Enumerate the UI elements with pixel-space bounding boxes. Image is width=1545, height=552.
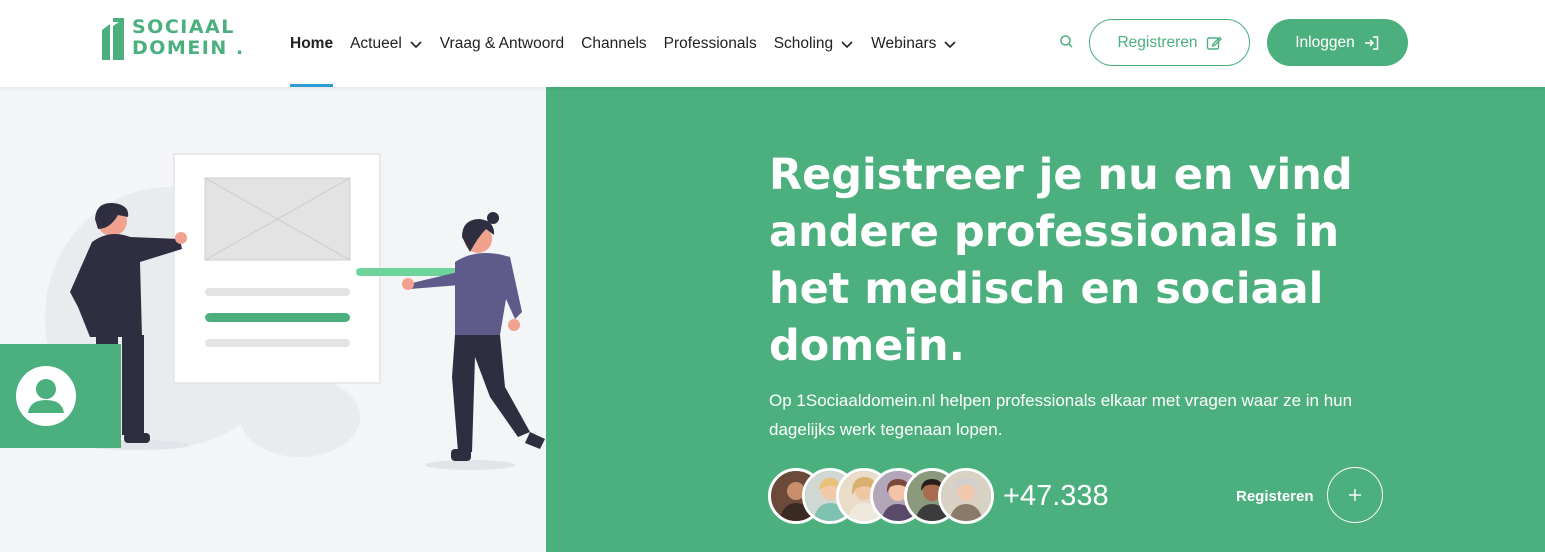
nav-item-label: Actueel bbox=[350, 34, 402, 52]
nav-item-label: Channels bbox=[581, 34, 647, 52]
nav-item-professionals[interactable]: Professionals bbox=[664, 0, 757, 87]
plus-icon bbox=[1349, 489, 1361, 501]
nav-item-channels[interactable]: Channels bbox=[581, 0, 647, 87]
register-link[interactable]: Registeren bbox=[1236, 488, 1314, 505]
site-header: SOCIAAL DOMEIN . Home Actueel Vraag & An… bbox=[0, 0, 1545, 87]
nav-item-scholing[interactable]: Scholing bbox=[774, 0, 854, 87]
main-nav: Home Actueel Vraag & Antwoord Channels P… bbox=[290, 0, 974, 87]
hero-subtext: Op 1Sociaaldomein.nl helpen professional… bbox=[769, 391, 1353, 439]
edit-icon bbox=[1206, 36, 1222, 50]
people-with-document-illustration bbox=[45, 153, 545, 470]
logo-line-2: DOMEIN . bbox=[132, 37, 245, 59]
member-avatar-stack bbox=[768, 468, 994, 524]
hero-illustration-panel bbox=[0, 87, 546, 552]
hero-headline: Registreer je nu en vind andere professi… bbox=[769, 150, 1353, 371]
user-circle-icon bbox=[16, 366, 76, 426]
logo-line-1: SOCIAAL bbox=[132, 16, 235, 38]
nav-item-actueel[interactable]: Actueel bbox=[350, 0, 423, 87]
nav-item-vraag-antwoord[interactable]: Vraag & Antwoord bbox=[440, 0, 564, 87]
member-avatar bbox=[938, 468, 994, 524]
page: SOCIAAL DOMEIN . Home Actueel Vraag & An… bbox=[0, 0, 1545, 552]
nav-item-webinars[interactable]: Webinars bbox=[871, 0, 957, 87]
member-count: +47.338 bbox=[1003, 480, 1109, 512]
nav-item-home[interactable]: Home bbox=[290, 0, 334, 87]
user-avatar-button[interactable] bbox=[0, 344, 121, 448]
logo-mark-icon bbox=[102, 18, 124, 60]
register-plus-button[interactable] bbox=[1327, 467, 1383, 523]
hero-panel: Registreer je nu en vind andere professi… bbox=[546, 87, 1545, 552]
nav-item-label: Vraag & Antwoord bbox=[439, 34, 565, 52]
chevron-down-icon bbox=[944, 40, 956, 48]
site-logo[interactable]: SOCIAAL DOMEIN . bbox=[100, 14, 250, 62]
nav-item-label: Professionals bbox=[663, 34, 757, 52]
login-button[interactable]: Inloggen bbox=[1267, 19, 1408, 66]
chevron-down-icon bbox=[841, 40, 853, 48]
search-icon[interactable] bbox=[1058, 33, 1076, 51]
nav-item-label: Scholing bbox=[773, 34, 834, 52]
register-button-label: Registreren bbox=[1117, 33, 1198, 51]
sign-in-icon bbox=[1364, 35, 1378, 50]
logo-text: SOCIAAL DOMEIN . bbox=[132, 17, 245, 59]
login-button-label: Inloggen bbox=[1295, 33, 1355, 51]
chevron-down-icon bbox=[410, 40, 422, 48]
nav-item-label: Webinars bbox=[871, 34, 937, 52]
nav-item-label: Home bbox=[290, 34, 334, 52]
register-button[interactable]: Registreren bbox=[1089, 19, 1250, 66]
